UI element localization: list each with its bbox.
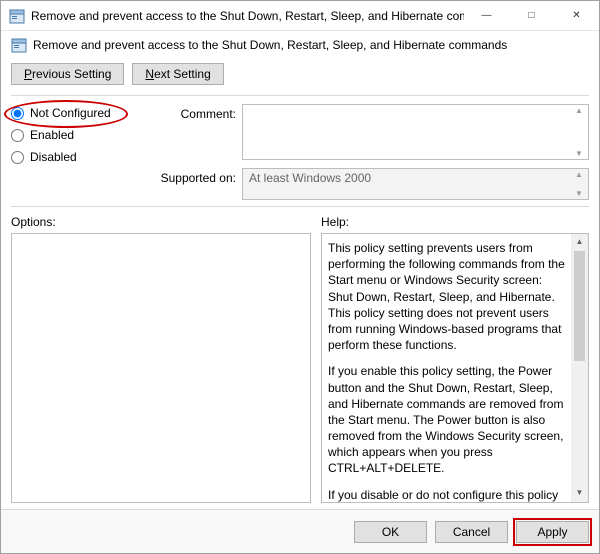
policy-icon (11, 37, 27, 53)
comment-field[interactable]: ▲▼ (242, 104, 589, 160)
scroll-track[interactable] (571, 361, 588, 485)
options-panel (11, 233, 311, 503)
help-text: If you disable or do not configure this … (328, 487, 568, 503)
titlebar: Remove and prevent access to the Shut Do… (1, 1, 599, 31)
nav-row: Previous Setting Next Setting (1, 59, 599, 95)
state-radios: Not Configured Enabled Disabled (11, 104, 141, 200)
scroll-up-icon[interactable]: ▲ (571, 234, 588, 251)
help-scrollbar[interactable]: ▲ ▼ (571, 234, 588, 502)
policy-name: Remove and prevent access to the Shut Do… (33, 38, 507, 52)
minimize-button[interactable]: — (464, 2, 509, 30)
help-text: This policy setting prevents users from … (328, 240, 568, 353)
maximize-button[interactable]: □ (509, 2, 554, 30)
radio-label: Enabled (30, 128, 74, 142)
radio-enabled-input[interactable] (11, 129, 24, 142)
policy-editor-window: Remove and prevent access to the Shut Do… (0, 0, 600, 554)
close-button[interactable]: ✕ (554, 2, 599, 30)
ok-button[interactable]: OK (354, 521, 427, 543)
header-row: Remove and prevent access to the Shut Do… (1, 31, 599, 59)
radio-not-configured[interactable]: Not Configured (11, 106, 141, 120)
apply-button[interactable]: Apply (516, 521, 589, 543)
radio-disabled[interactable]: Disabled (11, 150, 141, 164)
scrollbar-icon[interactable]: ▲▼ (571, 106, 587, 158)
scroll-down-icon[interactable]: ▼ (571, 485, 588, 502)
radio-label: Not Configured (30, 106, 111, 120)
radio-not-configured-input[interactable] (11, 107, 24, 120)
help-label: Help: (321, 215, 589, 229)
footer: OK Cancel Apply (1, 509, 599, 553)
scrollbar-icon: ▲▼ (571, 170, 587, 198)
radio-label: Disabled (30, 150, 77, 164)
next-setting-button[interactable]: Next Setting (132, 63, 223, 85)
radio-enabled[interactable]: Enabled (11, 128, 141, 142)
options-label: Options: (11, 215, 311, 229)
config-area: Not Configured Enabled Disabled Comment:… (1, 96, 599, 206)
help-panel: This policy setting prevents users from … (321, 233, 589, 503)
scroll-thumb[interactable] (574, 251, 585, 361)
window-title: Remove and prevent access to the Shut Do… (31, 9, 464, 23)
cancel-button[interactable]: Cancel (435, 521, 508, 543)
radio-disabled-input[interactable] (11, 151, 24, 164)
policy-icon (9, 8, 25, 24)
previous-setting-button[interactable]: Previous Setting (11, 63, 124, 85)
supported-on-label: Supported on: (151, 168, 236, 185)
supported-on-field: At least Windows 2000 ▲▼ (242, 168, 589, 200)
lower-area: Options: Help: This policy setting preve… (1, 207, 599, 509)
comment-label: Comment: (151, 104, 236, 121)
help-text: If you enable this policy setting, the P… (328, 363, 568, 476)
